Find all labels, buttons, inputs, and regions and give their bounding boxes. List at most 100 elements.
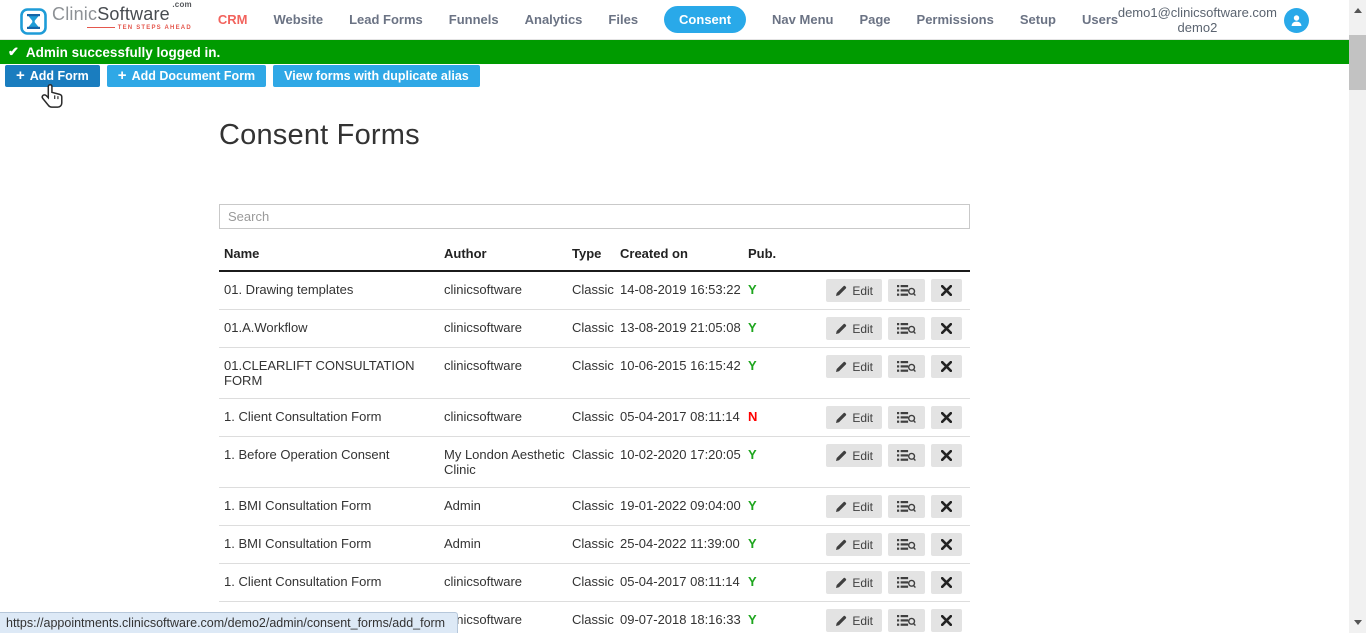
cell-created-on: 09-07-2018 18:16:33 — [620, 602, 748, 633]
pub-flag: N — [748, 409, 757, 424]
cell-author: clinicsoftware — [444, 271, 572, 310]
delete-button[interactable] — [931, 406, 962, 429]
brand-tagline: TEN STEPS AHEAD — [52, 25, 192, 31]
edit-button[interactable]: Edit — [826, 279, 882, 302]
user-email: demo1@clinicsoftware.com — [1118, 5, 1277, 20]
cell-name: 1. BMI Consultation Form — [219, 526, 444, 564]
entries-search-button[interactable] — [888, 406, 925, 429]
delete-button[interactable] — [931, 533, 962, 556]
edit-button[interactable]: Edit — [826, 609, 882, 632]
app-logo[interactable]: ClinicSoftware.com TEN STEPS AHEAD — [20, 5, 192, 35]
scroll-up-arrow[interactable] — [1349, 2, 1366, 19]
cell-pub: Y — [748, 488, 815, 526]
x-icon — [941, 285, 952, 296]
edit-button[interactable]: Edit — [826, 444, 882, 467]
cell-author: My London Aesthetic Clinic — [444, 437, 572, 488]
cell-type: Classic — [572, 271, 620, 310]
cell-author: clinicsoftware — [444, 399, 572, 437]
nav-item-nav-menu[interactable]: Nav Menu — [772, 12, 833, 27]
entries-search-button[interactable] — [888, 609, 925, 632]
edit-button[interactable]: Edit — [826, 495, 882, 518]
edit-button[interactable]: Edit — [826, 317, 882, 340]
page-title: Consent Forms — [219, 119, 420, 152]
cell-actions: Edit — [815, 564, 970, 602]
nav-item-crm[interactable]: CRM — [218, 12, 248, 27]
nav-item-permissions[interactable]: Permissions — [917, 12, 994, 27]
cell-name: 1. Before Operation Consent — [219, 437, 444, 488]
entries-search-button[interactable] — [888, 495, 925, 518]
nav-item-setup[interactable]: Setup — [1020, 12, 1056, 27]
scrollbar-thumb[interactable] — [1349, 35, 1366, 90]
column-header-name: Name — [219, 240, 444, 271]
entries-search-button[interactable] — [888, 355, 925, 378]
table-row: 1. BMI Consultation FormAdminClassic19-0… — [219, 488, 970, 526]
cell-author: clinicsoftware — [444, 348, 572, 399]
delete-button[interactable] — [931, 609, 962, 632]
nav-item-files[interactable]: Files — [608, 12, 638, 27]
add-document-form-button[interactable]: +Add Document Form — [107, 65, 266, 87]
user-identity: demo1@clinicsoftware.com demo2 — [1118, 5, 1277, 35]
cell-actions: Edit — [815, 399, 970, 437]
edit-button[interactable]: Edit — [826, 533, 882, 556]
edit-label: Edit — [852, 576, 873, 590]
cell-created-on: 05-04-2017 08:11:14 — [620, 564, 748, 602]
nav-item-users[interactable]: Users — [1082, 12, 1118, 27]
cell-created-on: 14-08-2019 16:53:22 — [620, 271, 748, 310]
delete-button[interactable] — [931, 279, 962, 302]
link-preview-status-bar: https://appointments.clinicsoftware.com/… — [0, 612, 458, 633]
cell-actions: Edit — [815, 271, 970, 310]
entries-search-button[interactable] — [888, 444, 925, 467]
user-avatar[interactable] — [1284, 8, 1309, 33]
delete-button[interactable] — [931, 571, 962, 594]
cell-name: 01. Drawing templates — [219, 271, 444, 310]
delete-button[interactable] — [931, 317, 962, 340]
pub-flag: Y — [748, 536, 757, 551]
toolbar: +Add Form +Add Document Form View forms wi… — [5, 65, 480, 87]
cell-pub: Y — [748, 348, 815, 399]
top-navbar: ClinicSoftware.com TEN STEPS AHEAD CRM We… — [0, 0, 1349, 40]
nav-item-funnels[interactable]: Funnels — [449, 12, 499, 27]
pencil-icon — [835, 285, 847, 297]
button-label: Add Form — [30, 69, 89, 83]
cell-author: Admin — [444, 488, 572, 526]
cell-author: clinicsoftware — [444, 564, 572, 602]
cell-created-on: 13-08-2019 21:05:08 — [620, 310, 748, 348]
nav-item-consent[interactable]: Consent — [664, 6, 746, 33]
scroll-down-arrow[interactable] — [1349, 614, 1366, 631]
cell-created-on: 25-04-2022 11:39:00 — [620, 526, 748, 564]
x-icon — [941, 577, 952, 588]
entries-search-button[interactable] — [888, 571, 925, 594]
cell-name: 1. Client Consultation Form — [219, 564, 444, 602]
entries-search-button[interactable] — [888, 317, 925, 340]
cell-actions: Edit — [815, 437, 970, 488]
entries-search-button[interactable] — [888, 279, 925, 302]
nav-item-analytics[interactable]: Analytics — [525, 12, 583, 27]
delete-button[interactable] — [931, 495, 962, 518]
nav-item-lead-forms[interactable]: Lead Forms — [349, 12, 423, 27]
pub-flag: Y — [748, 447, 757, 462]
user-area: demo1@clinicsoftware.com demo2 — [1118, 0, 1309, 40]
list-search-icon — [897, 500, 916, 513]
list-search-icon — [897, 538, 916, 551]
table-row: 01. Drawing templatesclinicsoftwareClass… — [219, 271, 970, 310]
entries-search-button[interactable] — [888, 533, 925, 556]
edit-button[interactable]: Edit — [826, 406, 882, 429]
x-icon — [941, 539, 952, 550]
nav-item-website[interactable]: Website — [273, 12, 323, 27]
cell-name: 01.A.Workflow — [219, 310, 444, 348]
delete-button[interactable] — [931, 355, 962, 378]
nav-item-page[interactable]: Page — [859, 12, 890, 27]
delete-button[interactable] — [931, 444, 962, 467]
search-input[interactable] — [219, 204, 970, 229]
edit-button[interactable]: Edit — [826, 355, 882, 378]
cell-name: 1. Client Consultation Form — [219, 399, 444, 437]
x-icon — [941, 361, 952, 372]
view-forms-with-duplicate-alias-button[interactable]: View forms with duplicate alias — [273, 65, 480, 87]
cell-type: Classic — [572, 437, 620, 488]
cell-created-on: 05-04-2017 08:11:14 — [620, 399, 748, 437]
cell-type: Classic — [572, 564, 620, 602]
edit-button[interactable]: Edit — [826, 571, 882, 594]
button-label: View forms with duplicate alias — [284, 69, 469, 83]
edit-label: Edit — [852, 538, 873, 552]
add-form-button[interactable]: +Add Form — [5, 65, 100, 87]
